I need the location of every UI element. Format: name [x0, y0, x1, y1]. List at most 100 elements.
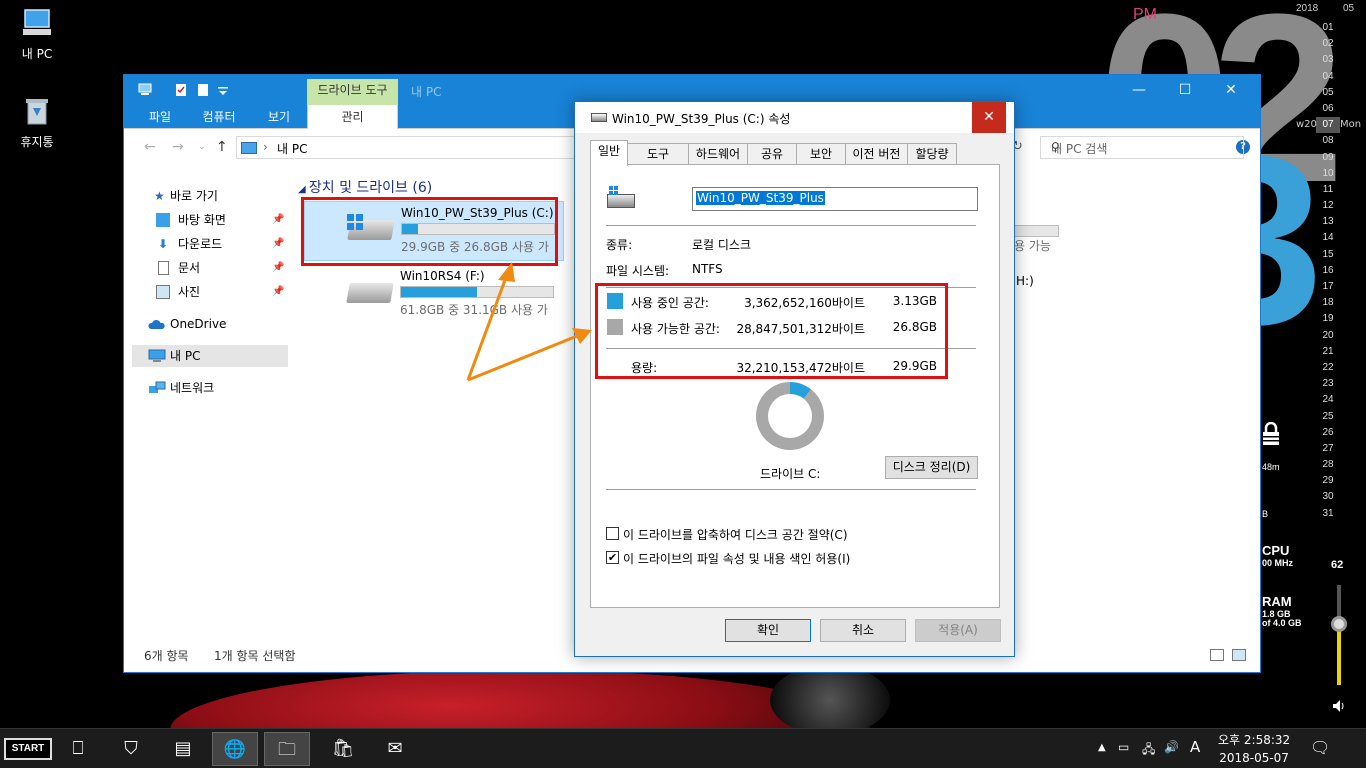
speaker-icon[interactable]	[1331, 698, 1347, 714]
pin-icon[interactable]: 📌	[272, 209, 284, 231]
close-button[interactable]: ✕	[1208, 75, 1254, 105]
calendar-day: 10	[1322, 167, 1334, 179]
store-icon[interactable]: 🛍	[320, 732, 366, 766]
highlight-box-space	[595, 283, 948, 379]
properties-icon[interactable]	[174, 83, 188, 97]
calendar-day: 27	[1322, 442, 1334, 454]
tab-manage[interactable]: 관리	[307, 105, 398, 129]
quick-access-dropdown-icon[interactable]	[216, 83, 230, 97]
maximize-button[interactable]: ☐	[1162, 75, 1208, 105]
collapse-icon[interactable]: ◢	[298, 184, 309, 195]
cancel-button[interactable]: 취소	[820, 619, 906, 642]
nav-item-network[interactable]: 네트워크	[132, 377, 288, 399]
security-shield-icon[interactable]: ⛉	[108, 732, 154, 766]
desktop-icon-this-pc[interactable]: 내 PC	[0, 8, 74, 62]
start-button[interactable]: START	[4, 738, 52, 760]
taskbar-clock[interactable]: 오후 2:58:32 2018-05-07	[1218, 731, 1290, 767]
back-arrow-icon[interactable]: ←	[144, 139, 156, 155]
action-center-icon[interactable]: 🗨	[1310, 738, 1330, 757]
index-checkbox[interactable]: ✔	[606, 551, 619, 564]
address-bar[interactable]: › 내 PC	[236, 136, 576, 159]
tray-overflow-icon[interactable]: ▲	[1098, 742, 1106, 753]
minimize-button[interactable]: —	[1116, 75, 1162, 105]
dialog-close-button[interactable]: ✕	[972, 102, 1006, 133]
tab-tools[interactable]: 도구	[627, 143, 689, 165]
mail-icon[interactable]: ✉	[372, 732, 418, 766]
notepad-icon[interactable]: ▤	[160, 732, 206, 766]
nav-item-downloads[interactable]: ⬇ 다운로드 📌	[132, 233, 288, 255]
star-icon: ★	[154, 189, 165, 203]
pin-icon[interactable]: 📌	[272, 257, 284, 279]
cloud-icon	[148, 319, 165, 329]
calendar-day: 25	[1322, 410, 1334, 422]
up-arrow-icon[interactable]: ↑	[216, 139, 228, 155]
file-explorer-icon[interactable]: 🗀	[264, 732, 310, 766]
recycle-bin-icon	[26, 99, 48, 125]
breadcrumb[interactable]: 내 PC	[277, 140, 307, 157]
uptime-fragment: 48m	[1262, 462, 1280, 472]
nav-item-pictures[interactable]: 사진 📌	[132, 281, 288, 303]
calendar-day: 19	[1322, 313, 1334, 325]
windows-logo-icon	[609, 186, 618, 195]
tab-hardware[interactable]: 하드웨어	[688, 143, 748, 165]
nav-label: 바탕 화면	[178, 213, 226, 227]
volume-slider-knob[interactable]	[1331, 616, 1347, 632]
new-folder-icon[interactable]	[196, 83, 210, 97]
divider	[606, 225, 976, 226]
nav-item-desktop[interactable]: 바탕 화면 📌	[132, 209, 288, 231]
section-header-devices[interactable]: ◢ 장치 및 드라이브 (6)	[298, 177, 432, 197]
recent-dropdown-icon[interactable]: ⌄	[198, 142, 206, 152]
nav-item-this-pc[interactable]: 내 PC	[132, 345, 288, 367]
disk-cleanup-button[interactable]: 디스크 정리(D)	[885, 456, 978, 479]
details-view-icon[interactable]	[1210, 649, 1224, 661]
computer-icon	[148, 349, 166, 362]
taskbar: START ⎕ ⛉ ▤ 🌐 🗀 🛍 ✉ ▲ ▭ 🖧 🔊 A 오후 2:58:32…	[0, 728, 1366, 768]
drive-tools-context-tab[interactable]: 드라이브 도구	[307, 79, 398, 105]
large-icons-view-icon[interactable]	[1232, 649, 1246, 661]
forward-arrow-icon[interactable]: →	[172, 139, 184, 155]
cpu-label: CPU	[1262, 543, 1290, 558]
tab-security[interactable]: 보안	[796, 143, 846, 165]
document-icon	[158, 261, 169, 275]
lock-icon	[1263, 422, 1279, 445]
calendar-year: 2018	[1296, 3, 1319, 14]
nav-item-onedrive[interactable]: OneDrive	[132, 313, 288, 335]
ok-button[interactable]: 확인	[725, 619, 811, 642]
volume-tray-icon[interactable]: 🔊	[1164, 740, 1179, 754]
task-view-icon[interactable]: ⎕	[55, 732, 101, 766]
browser-globe-icon[interactable]: 🌐	[212, 732, 258, 766]
clock-date: 2018-05-07	[1219, 751, 1289, 765]
drive-size: 61.8GB 중 31.1GB 사용 가	[400, 303, 548, 317]
breadcrumb-chevron-icon[interactable]: ›	[263, 140, 268, 154]
volume-name-input[interactable]: Win10_PW_St39_Plus	[692, 187, 978, 211]
nav-item-documents[interactable]: 문서 📌	[132, 257, 288, 279]
calendar-day: 07	[1316, 117, 1340, 134]
dialog-titlebar[interactable]: Win10_PW_St39_Plus (C:) 속성 ✕	[575, 102, 1014, 133]
computer-icon	[241, 142, 257, 154]
type-value: 로컬 디스크	[692, 238, 752, 252]
tab-quota[interactable]: 할당량	[907, 143, 957, 165]
calendar-day: 05	[1322, 86, 1334, 98]
compress-checkbox[interactable]	[606, 527, 619, 540]
nav-item-quick-access[interactable]: ★ 바로 가기	[132, 185, 288, 207]
pin-icon[interactable]: 📌	[272, 281, 284, 303]
desktop-icon-recycle-bin[interactable]: 휴지통	[0, 96, 74, 150]
tab-computer[interactable]: 컴퓨터	[186, 105, 252, 129]
network-tray-icon[interactable]: 🖧	[1142, 740, 1155, 761]
desktop: 내 PC 휴지통 02 3 PM 2018 05 010203040506070…	[0, 0, 1366, 728]
tab-view[interactable]: 보기	[252, 105, 306, 129]
tab-previous-versions[interactable]: 이전 버전	[845, 143, 908, 165]
tab-general[interactable]: 일반	[590, 140, 628, 166]
compress-label[interactable]: 이 드라이브를 압축하여 디스크 공간 절약(C)	[623, 526, 848, 543]
tab-file[interactable]: 파일	[134, 105, 186, 129]
ime-indicator[interactable]: A	[1190, 738, 1200, 756]
apply-button[interactable]: 적용(A)	[915, 619, 1001, 642]
filesystem-label: 파일 시스템:	[606, 264, 670, 278]
index-label[interactable]: 이 드라이브의 파일 속성 및 내용 색인 허용(I)	[623, 550, 850, 567]
drive-item-f[interactable]: Win10RS4 (F:) 61.8GB 중 31.1GB 사용 가	[304, 265, 564, 325]
calendar-day: 26	[1322, 426, 1334, 438]
pin-icon[interactable]: 📌	[272, 233, 284, 255]
tab-sharing[interactable]: 공유	[747, 143, 797, 165]
tray-device-icon[interactable]: ▭	[1118, 740, 1129, 754]
search-input[interactable]: 내 PC 검색 ⚲	[1040, 136, 1244, 159]
